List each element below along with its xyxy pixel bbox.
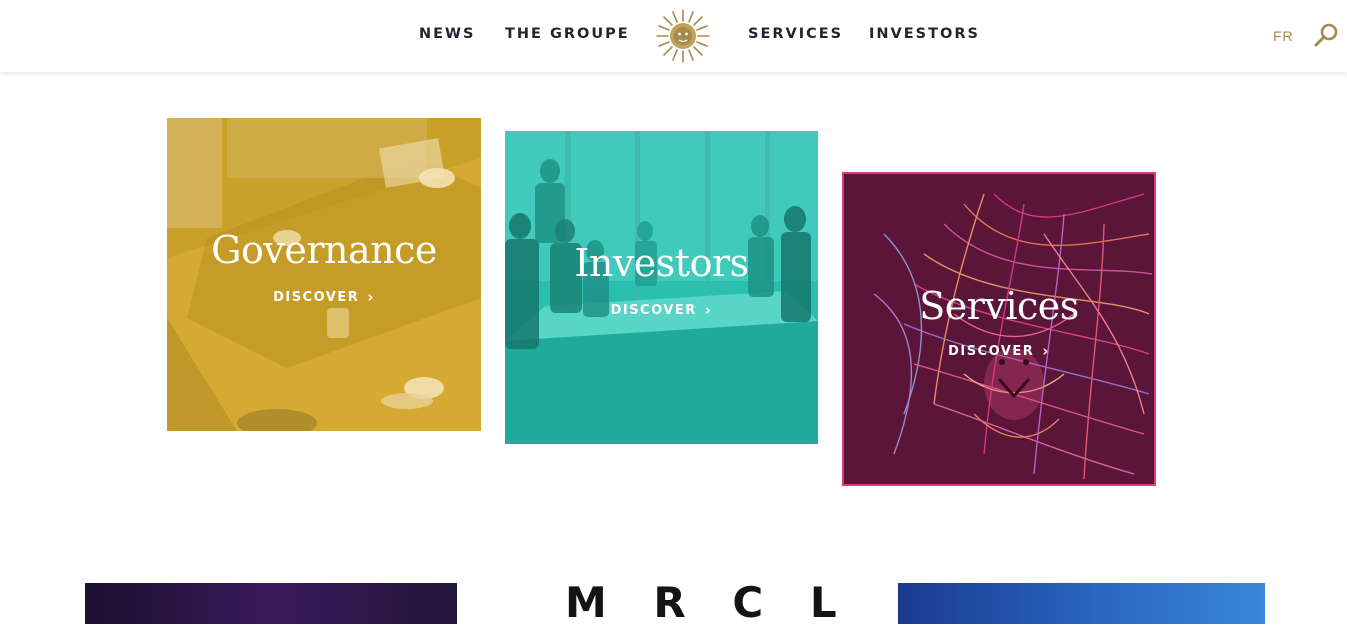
- nav-the-groupe[interactable]: THE GROUPE: [505, 26, 630, 42]
- discover-label: DISCOVER: [273, 290, 360, 305]
- discover-label: DISCOVER: [610, 303, 697, 318]
- discover-link[interactable]: DISCOVER ›: [505, 301, 818, 319]
- nav-news[interactable]: NEWS: [419, 26, 475, 42]
- chevron-right-icon: ›: [1042, 342, 1050, 360]
- investors-card[interactable]: Investors DISCOVER ›: [505, 131, 818, 444]
- bottom-tile-right[interactable]: [898, 583, 1265, 624]
- card-title: Governance: [211, 228, 437, 272]
- investors-meeting-image: [505, 131, 818, 444]
- bottom-tile-left[interactable]: [85, 583, 457, 624]
- nav-investors[interactable]: INVESTORS: [869, 26, 980, 42]
- discover-link[interactable]: DISCOVER ›: [167, 288, 481, 306]
- discover-label: DISCOVER: [948, 344, 1035, 359]
- brand-wordmark[interactable]: M R C L: [565, 578, 853, 627]
- chevron-right-icon: ›: [704, 301, 713, 319]
- discover-link[interactable]: DISCOVER ›: [844, 342, 1154, 360]
- governance-card[interactable]: Governance DISCOVER ›: [167, 118, 481, 431]
- card-title: Services: [919, 284, 1079, 328]
- nav-services[interactable]: SERVICES: [748, 26, 843, 42]
- lion-sun-logo-icon[interactable]: [655, 8, 711, 64]
- services-card[interactable]: Services DISCOVER ›: [842, 172, 1156, 486]
- site-header: NEWS THE GROUPE SERVICES INVESTORS FR: [0, 0, 1347, 72]
- chevron-right-icon: ›: [367, 288, 375, 306]
- lion-illustration-image: [844, 174, 1154, 484]
- governance-meeting-image: [167, 118, 481, 431]
- search-icon[interactable]: [1313, 22, 1339, 48]
- card-title: Investors: [574, 241, 749, 285]
- language-switch[interactable]: FR: [1273, 28, 1294, 44]
